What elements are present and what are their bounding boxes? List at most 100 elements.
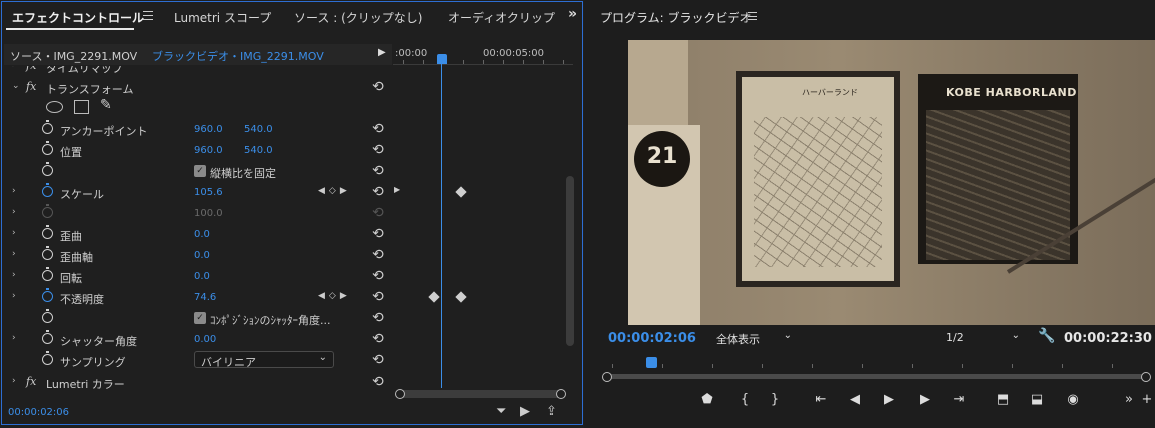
shutter-comp-checkbox[interactable]: ✓: [194, 312, 206, 324]
stopwatch-icon[interactable]: [42, 351, 53, 365]
keyframe-area[interactable]: ▶: [393, 66, 573, 396]
opacity-keyframe-1[interactable]: [428, 291, 440, 303]
stopwatch-icon[interactable]: [42, 309, 53, 323]
step-forward-icon[interactable]: ▶: [914, 392, 936, 407]
go-to-out-icon[interactable]: ⇥: [948, 392, 970, 407]
reset-icon[interactable]: ⟲: [372, 289, 384, 305]
stopwatch-icon[interactable]: [42, 141, 53, 155]
extract-icon[interactable]: ⬓: [1026, 392, 1048, 407]
pen-mask-icon[interactable]: ✎: [100, 97, 112, 113]
shutter-angle-row[interactable]: › シャッター角度 0.00 ⟲: [4, 329, 392, 349]
export-frame-camera-icon[interactable]: ◉: [1062, 392, 1084, 407]
skew-axis-value[interactable]: 0.0: [194, 250, 210, 261]
expand-caret-icon[interactable]: ›: [12, 291, 16, 301]
program-zoom-bar[interactable]: [608, 374, 1148, 379]
rotation-value[interactable]: 0.0: [194, 271, 210, 282]
stopwatch-icon[interactable]: [42, 246, 53, 260]
program-zoom-handle-right[interactable]: [1141, 372, 1151, 382]
vertical-scrollbar[interactable]: [566, 176, 574, 346]
program-playhead[interactable]: [646, 357, 657, 368]
export-icon[interactable]: ⇪: [546, 404, 557, 419]
expand-caret-icon[interactable]: ›: [12, 207, 16, 217]
expand-caret-icon[interactable]: ›: [12, 66, 16, 70]
opacity-keyframe-2[interactable]: [455, 291, 467, 303]
go-to-in-icon[interactable]: ⇤: [810, 392, 832, 407]
expand-caret-icon[interactable]: ›: [12, 333, 16, 343]
rotation-row[interactable]: › 回転 0.0 ⟲: [4, 266, 392, 286]
tab-effect-controls[interactable]: エフェクトコントロール: [12, 9, 144, 26]
anchor-point-row[interactable]: アンカーポイント 960.0 540.0 ⟲: [4, 119, 392, 139]
add-marker-icon[interactable]: ⬟: [696, 392, 718, 407]
transform-row[interactable]: ⌄ fx トランスフォーム ⟲: [4, 77, 392, 97]
keyframe-navigator[interactable]: ◀◇▶: [318, 186, 351, 196]
program-monitor-title[interactable]: プログラム: ブラックビデオ: [600, 9, 752, 26]
time-remap-row[interactable]: › fx タイムリマップ: [4, 66, 392, 76]
position-row[interactable]: 位置 960.0 540.0 ⟲: [4, 140, 392, 160]
lift-icon[interactable]: ⬒: [992, 392, 1014, 407]
stopwatch-icon[interactable]: [42, 120, 53, 134]
opacity-value[interactable]: 74.6: [194, 292, 216, 303]
play-clip-icon[interactable]: ▶: [378, 47, 386, 58]
zoom-handle-left[interactable]: [395, 389, 405, 399]
stopwatch-icon[interactable]: [42, 162, 53, 176]
effect-controls-timecode[interactable]: 00:00:02:06: [8, 407, 69, 418]
keyframe-navigator[interactable]: ◀◇▶: [318, 291, 351, 301]
panel-menu-icon[interactable]: [143, 11, 153, 20]
reset-icon[interactable]: ⟲: [372, 184, 384, 200]
fx-icon[interactable]: fx: [26, 80, 36, 93]
fx-icon[interactable]: fx: [26, 375, 36, 388]
reset-icon[interactable]: ⟲: [372, 374, 384, 390]
stopwatch-active-icon[interactable]: [42, 288, 53, 302]
skew-row[interactable]: › 歪曲 0.0 ⟲: [4, 224, 392, 244]
anchor-x-value[interactable]: 960.0: [194, 124, 223, 135]
skew-axis-row[interactable]: › 歪曲軸 0.0 ⟲: [4, 245, 392, 265]
expand-caret-icon[interactable]: ›: [12, 186, 16, 196]
tab-audio-clip[interactable]: オーディオクリップ: [448, 9, 555, 26]
resolution-dropdown[interactable]: 1/2 ⌄: [940, 329, 1024, 347]
shutter-comp-row[interactable]: ✓ ｺﾝﾎﾟｼﾞｼｮﾝのｼｬｯﾀｰ角度... ⟲: [4, 308, 392, 328]
filter-icon[interactable]: ⏷: [496, 404, 506, 419]
reset-icon[interactable]: ⟲: [372, 352, 384, 368]
zoom-handle-right[interactable]: [556, 389, 566, 399]
source-clip-selector[interactable]: ソース・IMG_2291.MOV: [10, 48, 137, 64]
lumetri-color-row[interactable]: › fx Lumetri カラー ⟲: [4, 372, 392, 392]
sampling-dropdown[interactable]: バイリニア ⌄: [194, 351, 334, 369]
uniform-scale-checkbox[interactable]: ✓: [194, 165, 206, 177]
tab-lumetri-scopes[interactable]: Lumetri スコープ: [174, 9, 271, 26]
uniform-scale-row[interactable]: ✓ 縦横比を固定 ⟲: [4, 161, 392, 181]
reset-icon[interactable]: ⟲: [372, 142, 384, 158]
rectangle-mask-icon[interactable]: [74, 100, 89, 114]
step-back-icon[interactable]: ◀: [844, 392, 866, 407]
button-editor-plus-icon[interactable]: +: [1136, 392, 1155, 407]
program-time-ruler[interactable]: [602, 358, 1155, 368]
tab-source[interactable]: ソース : (クリップなし): [294, 9, 422, 26]
program-video-frame[interactable]: 21 ハーバーランド KOBE HARBORLAND: [628, 40, 1155, 325]
expand-caret-icon[interactable]: ›: [12, 270, 16, 280]
more-tabs-chevron-icon[interactable]: »: [568, 6, 577, 22]
reset-icon[interactable]: ⟲: [372, 331, 384, 347]
program-current-timecode[interactable]: 00:00:02:06: [608, 331, 696, 346]
stopwatch-icon[interactable]: [42, 225, 53, 239]
stopwatch-active-icon[interactable]: [42, 183, 53, 197]
position-y-value[interactable]: 540.0: [244, 145, 273, 156]
stopwatch-icon[interactable]: [42, 330, 53, 344]
fit-dropdown[interactable]: 全体表示 ⌄: [710, 329, 796, 347]
shutter-angle-value[interactable]: 0.00: [194, 334, 216, 345]
reset-icon[interactable]: ⟲: [372, 226, 384, 242]
expand-caret-icon[interactable]: ›: [12, 376, 16, 386]
mark-in-icon[interactable]: {: [734, 392, 756, 407]
reset-icon[interactable]: ⟲: [372, 163, 384, 179]
program-zoom-handle-left[interactable]: [602, 372, 612, 382]
skew-value[interactable]: 0.0: [194, 229, 210, 240]
horizontal-scrollbar[interactable]: [397, 390, 565, 398]
expand-caret-icon[interactable]: ›: [12, 249, 16, 259]
play-icon[interactable]: ▶: [878, 392, 900, 407]
reset-icon[interactable]: ⟲: [372, 310, 384, 326]
reset-icon[interactable]: ⟲: [372, 268, 384, 284]
play-audio-icon[interactable]: ▶: [520, 404, 530, 419]
scale-value[interactable]: 105.6: [194, 187, 223, 198]
opacity-row[interactable]: › 不透明度 74.6 ◀◇▶ ⟲: [4, 287, 392, 307]
position-x-value[interactable]: 960.0: [194, 145, 223, 156]
settings-wrench-icon[interactable]: 🔧: [1038, 328, 1055, 344]
stopwatch-icon[interactable]: [42, 267, 53, 281]
